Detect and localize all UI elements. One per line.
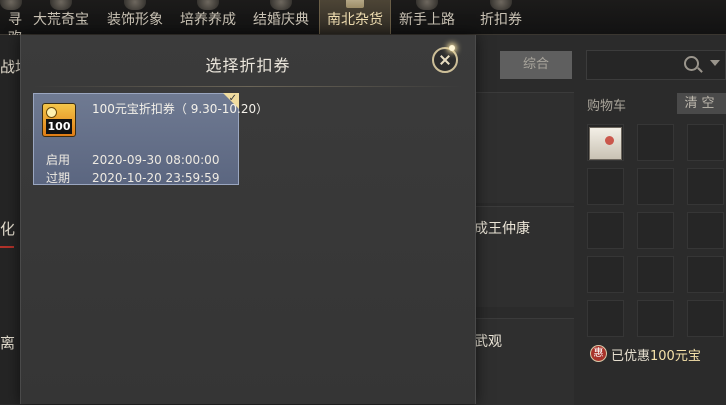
tab-label: 南北杂货: [327, 12, 383, 28]
cart-slot[interactable]: [637, 300, 674, 337]
sort-zonghe-button[interactable]: 综合: [500, 51, 572, 79]
left-red-marker: [0, 246, 14, 248]
discount-prefix: 已优惠: [611, 349, 651, 364]
tab-label: 装饰形象: [107, 12, 163, 28]
tab-nanbei-zahuo[interactable]: 南北杂货: [319, 0, 391, 34]
cart-slot[interactable]: [687, 168, 724, 205]
cart-slot[interactable]: [687, 300, 724, 337]
divider: [33, 86, 463, 87]
chevron-down-icon[interactable]: [710, 60, 720, 66]
cart-slot[interactable]: [637, 212, 674, 249]
cart-slot[interactable]: [637, 256, 674, 293]
cart-slot[interactable]: [587, 168, 624, 205]
cart-slot[interactable]: [587, 300, 624, 337]
coupon-end-value: 2020-10-20 23:59:59: [92, 171, 220, 185]
tab-label: 结婚庆典: [253, 12, 309, 28]
discount-badge-icon: 惠: [590, 345, 607, 362]
cart-slot[interactable]: [587, 256, 624, 293]
item-panel[interactable]: 武观: [474, 318, 574, 405]
cart-slot[interactable]: [687, 212, 724, 249]
coin-icon: [46, 107, 57, 118]
cart-slot[interactable]: [587, 212, 624, 249]
tab-icon: [197, 0, 219, 10]
discount-text: 已优惠100元宝: [611, 345, 701, 364]
tab-label: 培养养成: [180, 12, 236, 28]
sparkle-icon: [449, 45, 455, 51]
cart-slot[interactable]: [637, 124, 674, 161]
coupon-icon: 100: [42, 103, 76, 137]
tab-dahuang-qibao[interactable]: 大荒奇宝: [26, 0, 96, 34]
tab-icon: [124, 0, 146, 10]
discount-amount: 100元宝: [650, 349, 701, 364]
coupon-start-value: 2020-09-30 08:00:00: [92, 153, 220, 167]
tab-icon: [50, 0, 72, 10]
item-panel[interactable]: 成王仲康: [474, 206, 574, 307]
coupon-start-row: 启用 2020-09-30 08:00:00: [46, 151, 219, 168]
coupon-icon-value: 100: [46, 119, 72, 134]
tab-label: 大荒奇宝: [33, 12, 89, 28]
tab-icon: [0, 0, 22, 10]
tab-icon: [490, 0, 512, 10]
coupon-name: 100元宝折扣券（ 9.30-10.20）: [92, 102, 269, 116]
tab-jiehun-qingdian[interactable]: 结婚庆典: [246, 0, 316, 34]
tab-icon: [270, 0, 292, 10]
top-nav: 寻欢 大荒奇宝 装饰形象 培养养成 结婚庆典 南北杂货 新手上路 折扣券: [0, 0, 726, 46]
coupon-start-label: 启用: [46, 153, 71, 167]
close-button[interactable]: [432, 47, 458, 73]
coupon-end-row: 过期 2020-10-20 23:59:59: [46, 169, 219, 186]
dialog-title: 选择折扣券: [205, 56, 291, 75]
search-input[interactable]: [586, 50, 726, 80]
item-panel: [474, 92, 574, 203]
coupon-end-label: 过期: [46, 171, 71, 185]
clear-cart-button[interactable]: 清空: [677, 93, 726, 114]
tab-icon: [416, 0, 438, 10]
tab-label: 新手上路: [399, 12, 455, 28]
shop-icon: [346, 0, 364, 8]
tab-peiyang-yangcheng[interactable]: 培养养成: [172, 0, 244, 34]
tab-zhuangshi-xingxiang[interactable]: 装饰形象: [100, 0, 170, 34]
coupon-card[interactable]: ✓ 100 100元宝折扣券（ 9.30-10.20） 启用 2020-09-30…: [33, 93, 268, 186]
item-name: 武观: [474, 334, 502, 350]
search-icon[interactable]: [684, 56, 699, 71]
item-name: 成王仲康: [474, 221, 530, 237]
cart-slot[interactable]: [637, 168, 674, 205]
cart-slot[interactable]: [687, 256, 724, 293]
tab-xinshou-shanglu[interactable]: 新手上路: [392, 0, 462, 34]
left-text-li: 离: [0, 334, 16, 352]
cart-title: 购物车: [587, 99, 627, 114]
tab-xunhuan[interactable]: 寻欢: [0, 0, 22, 46]
select-coupon-dialog: 选择折扣券 ✓ 100 100元宝折扣券（ 9.30-10.20） 启用 2020…: [20, 35, 476, 404]
tab-zhekouquan[interactable]: 折扣券: [466, 0, 536, 34]
cart-slot[interactable]: [687, 124, 724, 161]
left-text-hua: 化: [0, 220, 16, 238]
tab-label: 折扣券: [480, 12, 522, 28]
mahjong-tile-icon[interactable]: [589, 127, 622, 160]
